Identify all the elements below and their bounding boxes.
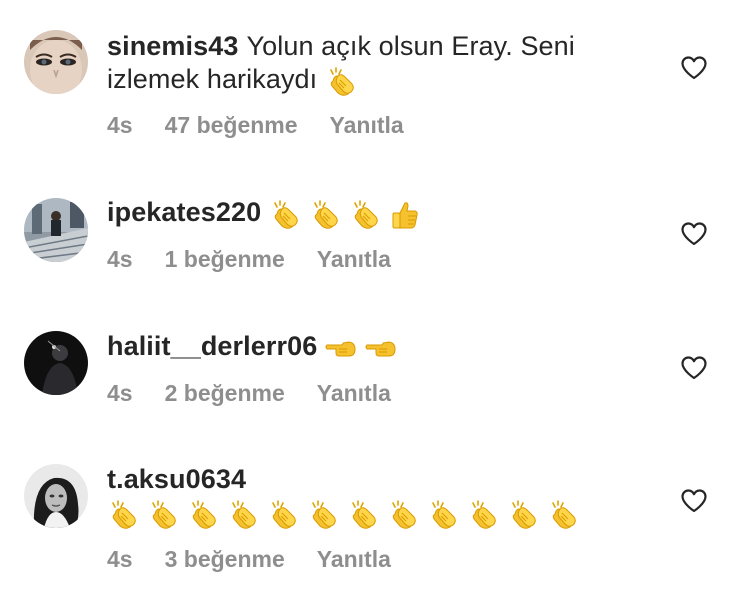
clap-icon (347, 499, 379, 531)
clap-icon (349, 199, 381, 231)
avatar[interactable] (24, 464, 88, 528)
clap-icon (427, 499, 459, 531)
clap-icon (467, 499, 499, 531)
heart-icon[interactable] (681, 356, 707, 380)
comment-username[interactable]: t.aksu0634 (107, 464, 246, 494)
avatar[interactable] (24, 30, 88, 94)
clap-icon (307, 499, 339, 531)
comment-time: 4s (107, 546, 133, 572)
heart-icon[interactable] (681, 489, 707, 513)
reply-button[interactable]: Yanıtla (317, 246, 391, 272)
clap-icon (547, 499, 579, 531)
clap-icon (147, 499, 179, 531)
clap-icon (187, 499, 219, 531)
comment-emojis (325, 331, 405, 365)
comment-time: 4s (107, 112, 133, 138)
comment-emojis (269, 197, 429, 231)
comment-username[interactable]: sinemis43 (107, 31, 238, 61)
comment-time: 4s (107, 380, 133, 406)
reply-button[interactable]: Yanıtla (317, 546, 391, 572)
clap-icon (387, 499, 419, 531)
comment-emojis (325, 64, 365, 98)
heart-icon[interactable] (681, 222, 707, 246)
pointing-left-icon (325, 333, 357, 365)
comment-likes[interactable]: 47 beğenme (165, 112, 298, 138)
comment-likes[interactable]: 1 beğenme (165, 246, 285, 272)
comment-likes[interactable]: 3 beğenme (165, 546, 285, 572)
clap-icon (269, 199, 301, 231)
avatar[interactable] (24, 331, 88, 395)
comment-emojis (107, 497, 587, 531)
avatar[interactable] (24, 198, 88, 262)
reply-button[interactable]: Yanıtla (330, 112, 404, 138)
clap-icon (227, 499, 259, 531)
clap-icon (309, 199, 341, 231)
comment-username[interactable]: ipekates220 (107, 197, 261, 227)
comment-username[interactable]: haliit__derlerr06 (107, 331, 317, 361)
comment-time: 4s (107, 246, 133, 272)
clap-icon (507, 499, 539, 531)
heart-icon[interactable] (681, 56, 707, 80)
clap-icon (325, 66, 357, 98)
thumbs-up-icon (389, 199, 421, 231)
clap-icon (267, 499, 299, 531)
clap-icon (107, 499, 139, 531)
reply-button[interactable]: Yanıtla (317, 380, 391, 406)
pointing-left-icon (365, 333, 397, 365)
comment-likes[interactable]: 2 beğenme (165, 380, 285, 406)
